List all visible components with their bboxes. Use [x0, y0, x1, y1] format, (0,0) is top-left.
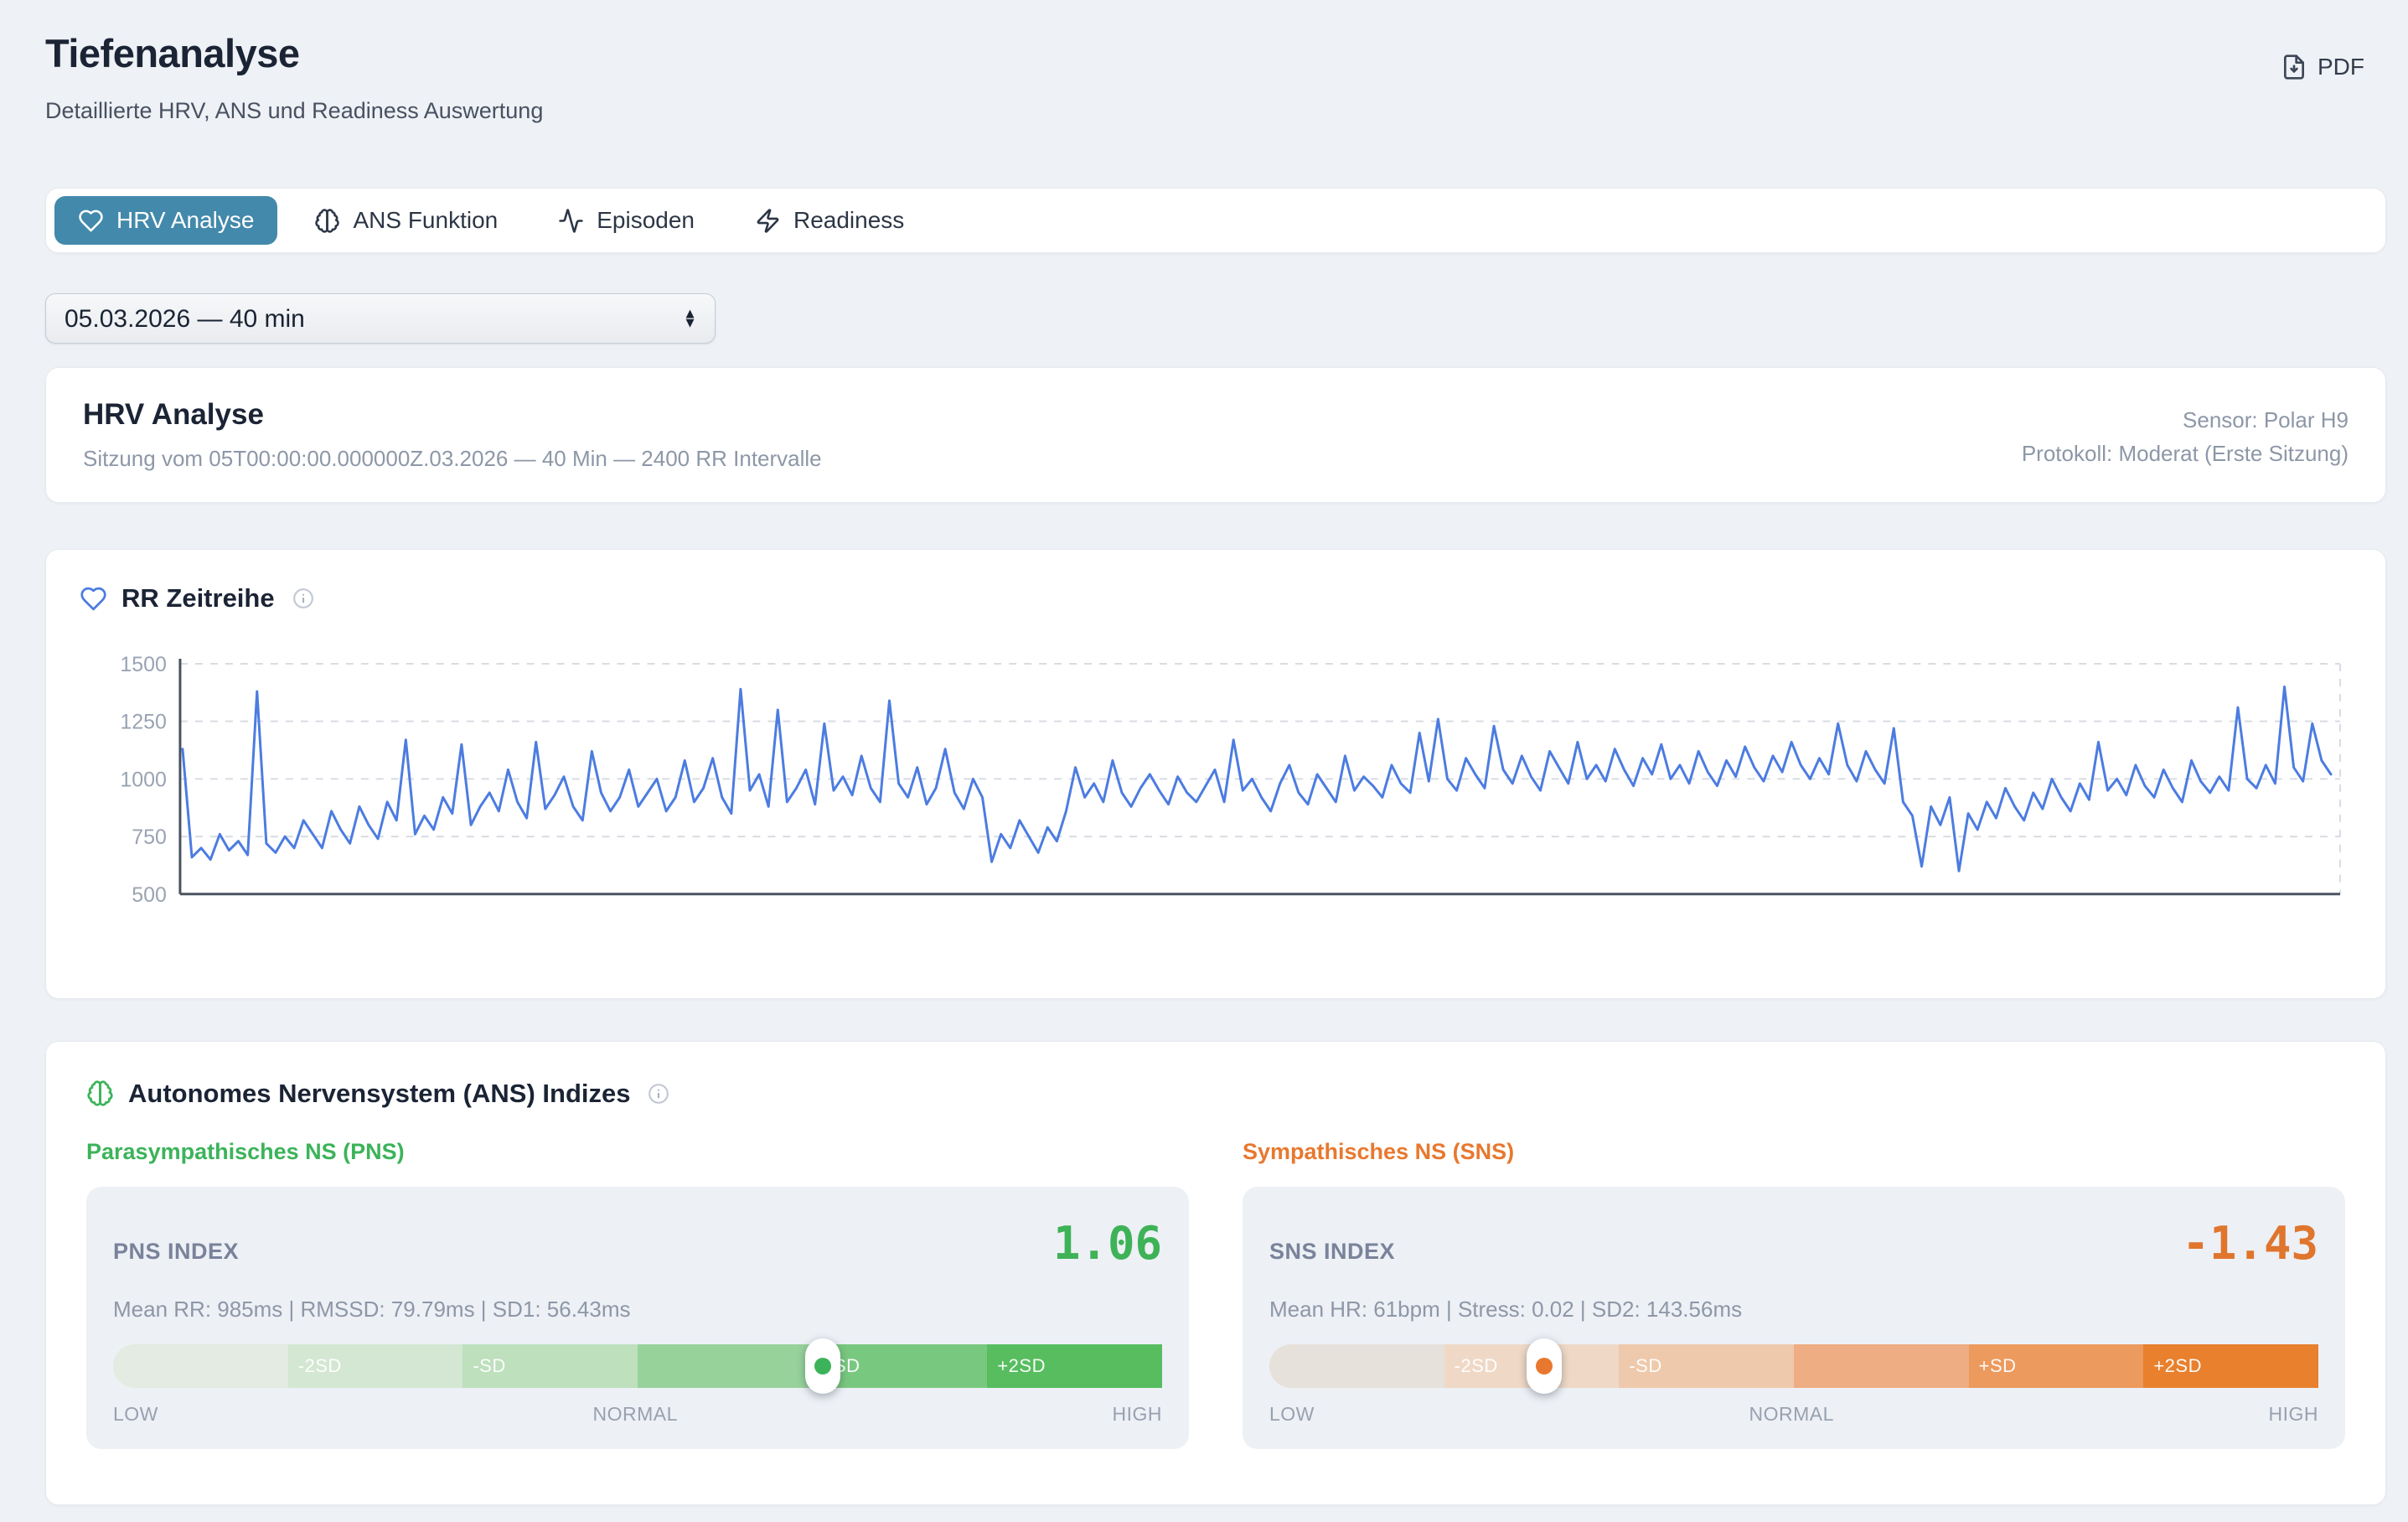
- page-title: Tiefenanalyse: [45, 30, 543, 76]
- range-label-low: LOW: [113, 1403, 158, 1426]
- tab-label: ANS Funktion: [353, 207, 498, 234]
- scale-segment: [113, 1344, 288, 1388]
- rr-chart-title: RR Zeitreihe: [121, 583, 275, 613]
- sns-index-label: SNS INDEX: [1269, 1239, 1395, 1265]
- svg-text:1000: 1000: [120, 768, 167, 791]
- scale-sd-label: -SD: [1629, 1355, 1661, 1377]
- scale-sd-label: +2SD: [997, 1355, 1046, 1377]
- pdf-button-label: PDF: [2318, 54, 2364, 80]
- range-label-high: HIGH: [2268, 1403, 2318, 1426]
- tab-hrv-analyse[interactable]: HRV Analyse: [54, 196, 277, 245]
- page-subtitle: Detaillierte HRV, ANS und Readiness Ausw…: [45, 98, 543, 124]
- session-select-wrap: 05.03.2026 — 40 min ▲▼: [45, 293, 716, 344]
- pns-index-label: PNS INDEX: [113, 1239, 239, 1265]
- tab-label: Episoden: [597, 207, 695, 234]
- tab-label: HRV Analyse: [116, 207, 254, 234]
- scale-sd-label: +2SD: [2153, 1355, 2202, 1377]
- session-card-title: HRV Analyse: [83, 398, 822, 432]
- scale-sd-label: -2SD: [298, 1355, 342, 1377]
- tab-episoden[interactable]: Episoden: [535, 196, 718, 245]
- sns-section-label: Sympathisches NS (SNS): [1243, 1139, 2345, 1165]
- scale-segment: [1794, 1344, 1969, 1388]
- page: Tiefenanalyse Detaillierte HRV, ANS und …: [0, 0, 2408, 1522]
- range-label-low: LOW: [1269, 1403, 1315, 1426]
- session-protocol: Protokoll: Moderat (Erste Sitzung): [2022, 437, 2349, 470]
- svg-text:750: 750: [132, 826, 167, 849]
- pns-index-stats: Mean RR: 985ms | RMSSD: 79.79ms | SD1: 5…: [113, 1297, 1162, 1323]
- svg-text:500: 500: [132, 883, 167, 907]
- range-label-high: HIGH: [1112, 1403, 1162, 1426]
- pns-column: Parasympathisches NS (PNS) PNS INDEX 1.0…: [86, 1139, 1189, 1449]
- tab-readiness[interactable]: Readiness: [731, 196, 928, 245]
- rr-chart: 1500 1250 1000 750 500: [80, 649, 2352, 965]
- svg-text:1250: 1250: [120, 711, 167, 734]
- sns-index-stats: Mean HR: 61bpm | Stress: 0.02 | SD2: 143…: [1269, 1297, 2318, 1323]
- zap-icon: [755, 208, 781, 234]
- session-card-subtitle: Sitzung vom 05T00:00:00.000000Z.03.2026 …: [83, 446, 822, 472]
- file-download-icon: [2281, 54, 2307, 80]
- brain-icon: [86, 1079, 114, 1107]
- page-header: Tiefenanalyse Detaillierte HRV, ANS und …: [45, 30, 2386, 124]
- ans-indices-card: Autonomes Nervensystem (ANS) Indizes Par…: [45, 1041, 2386, 1505]
- info-icon[interactable]: [644, 1083, 669, 1105]
- ans-card-title: Autonomes Nervensystem (ANS) Indizes: [128, 1079, 630, 1109]
- sns-scale-bar: -2SD -SD +SD +2SD: [1269, 1344, 2318, 1388]
- scale-sd-label: -2SD: [1455, 1355, 1498, 1377]
- sns-index-value: -1.43: [2182, 1217, 2318, 1270]
- info-icon[interactable]: [289, 588, 314, 609]
- range-label-normal: NORMAL: [1749, 1403, 1833, 1426]
- brain-icon: [314, 208, 340, 234]
- pns-value-marker: [805, 1338, 840, 1394]
- scale-sd-label: -SD: [473, 1355, 505, 1377]
- pns-section-label: Parasympathisches NS (PNS): [86, 1139, 1189, 1165]
- session-sensor: Sensor: Polar H9: [2022, 403, 2349, 437]
- session-select[interactable]: 05.03.2026 — 40 min: [45, 293, 716, 344]
- heart-icon: [78, 208, 104, 234]
- tab-ans-funktion[interactable]: ANS Funktion: [291, 196, 521, 245]
- svg-text:1500: 1500: [120, 653, 167, 676]
- rr-line-chart: 1500 1250 1000 750 500: [80, 649, 2352, 960]
- pdf-export-button[interactable]: PDF: [2281, 54, 2364, 80]
- pns-index-card: PNS INDEX 1.06 Mean RR: 985ms | RMSSD: 7…: [86, 1187, 1189, 1449]
- scale-segment: [638, 1344, 813, 1388]
- activity-icon: [558, 208, 584, 234]
- tab-label: Readiness: [793, 207, 904, 234]
- sns-index-card: SNS INDEX -1.43 Mean HR: 61bpm | Stress:…: [1243, 1187, 2345, 1449]
- pns-index-value: 1.06: [1053, 1217, 1162, 1270]
- sns-value-marker: [1527, 1338, 1562, 1394]
- scale-sd-label: +SD: [1979, 1355, 2017, 1377]
- scale-segment: [1269, 1344, 1444, 1388]
- sns-column: Sympathisches NS (SNS) SNS INDEX -1.43 M…: [1243, 1139, 2345, 1449]
- range-label-normal: NORMAL: [592, 1403, 677, 1426]
- rr-timeseries-card: RR Zeitreihe 1500 1250 1000 750 500: [45, 549, 2386, 999]
- session-summary-card: HRV Analyse Sitzung vom 05T00:00:00.0000…: [45, 367, 2386, 503]
- pns-scale-bar: -2SD-SD+SD+2SD: [113, 1344, 1162, 1388]
- heart-icon: [80, 585, 107, 613]
- tab-bar: HRV Analyse ANS Funktion Episoden: [45, 188, 2386, 253]
